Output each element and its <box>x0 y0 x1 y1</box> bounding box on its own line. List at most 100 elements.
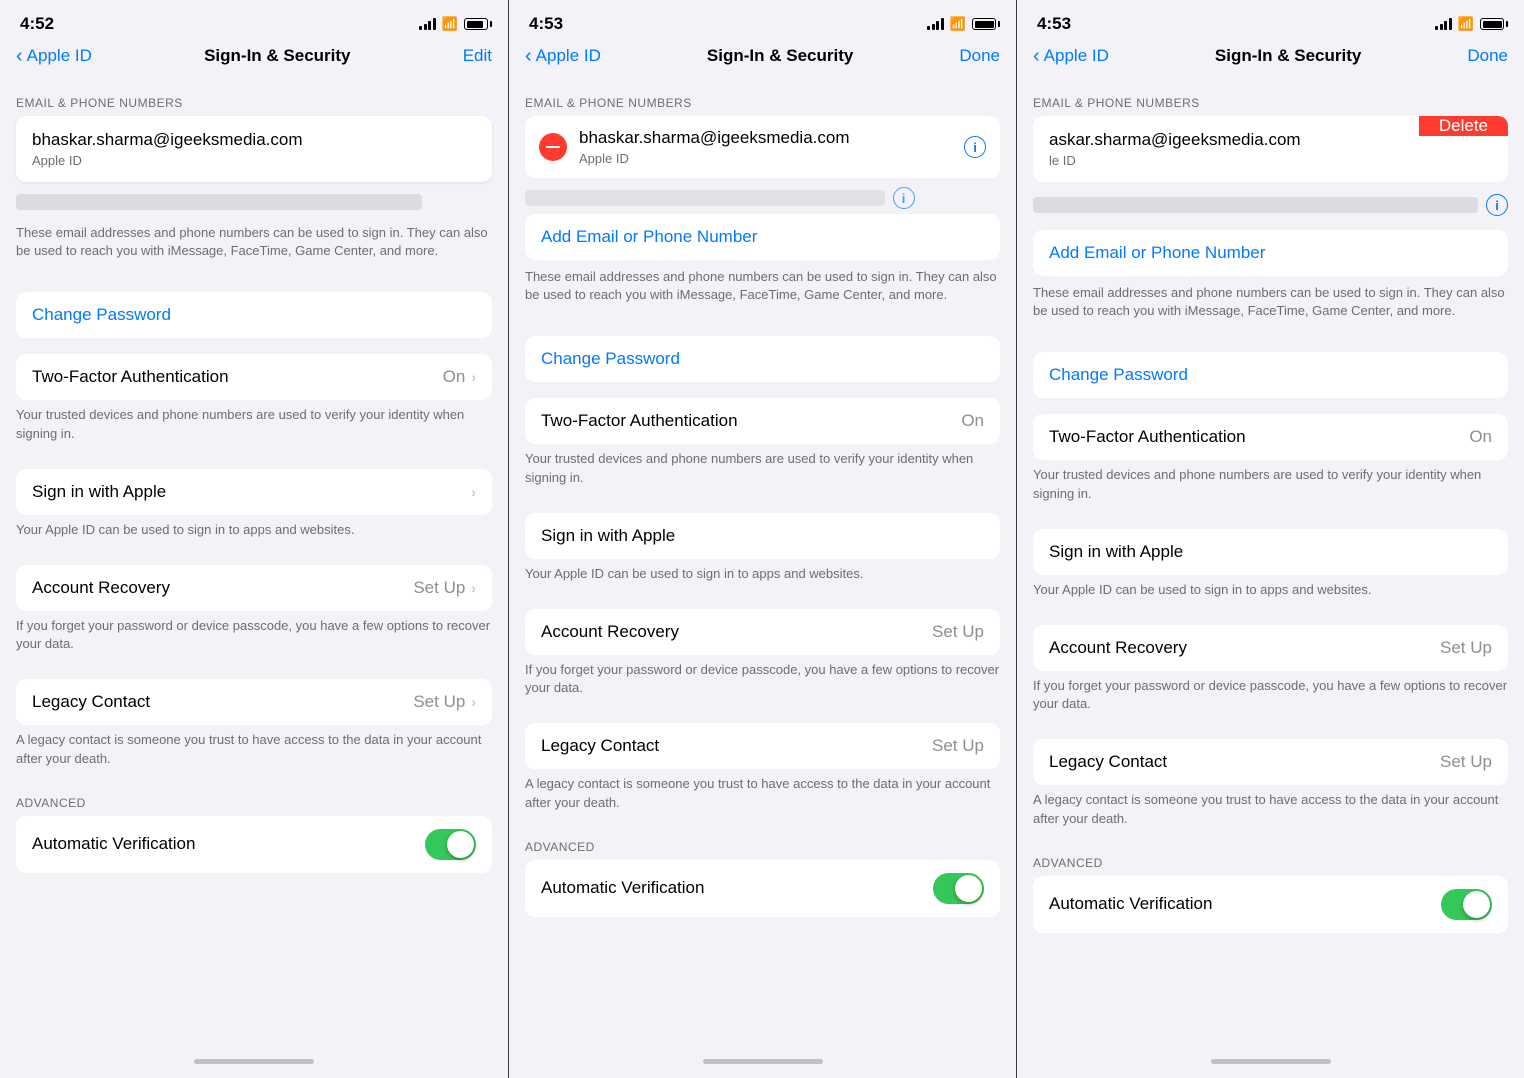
nav-done-button-2[interactable]: Done <box>959 46 1000 66</box>
spacer-3d <box>1017 609 1524 625</box>
nav-bar-3: ‹ Apple ID Sign-In & Security Done <box>1017 42 1524 78</box>
phone-panel-1: 4:52 📶 ‹ Apple ID Sign-In & Security Edi… <box>0 0 508 1078</box>
nav-done-button-3[interactable]: Done <box>1467 46 1508 66</box>
nav-back-label-3[interactable]: Apple ID <box>1044 46 1109 66</box>
change-password-row-1[interactable]: Change Password <box>16 292 492 338</box>
account-recovery-setup-text-1: Set Up <box>413 578 465 598</box>
sign-in-apple-label-3: Sign in with Apple <box>1049 542 1183 562</box>
auto-verify-item-3[interactable]: Automatic Verification <box>1033 876 1508 933</box>
legacy-contact-setup-text-2: Set Up <box>932 736 984 756</box>
delete-minus-button-2[interactable] <box>539 133 567 161</box>
spacer-1b <box>0 338 508 354</box>
nav-title-3: Sign-In & Security <box>1109 46 1467 66</box>
info-circle-2[interactable]: i <box>964 136 986 158</box>
two-factor-item-1[interactable]: Two-Factor Authentication On › <box>16 354 492 400</box>
change-password-row-3[interactable]: Change Password <box>1033 352 1508 398</box>
sign-in-apple-desc-1: Your Apple ID can be used to sign in to … <box>0 515 508 549</box>
nav-title-1: Sign-In & Security <box>92 46 463 66</box>
nav-edit-button-1[interactable]: Edit <box>463 46 492 66</box>
auto-verify-toggle-2[interactable] <box>933 873 984 904</box>
spacer-3e <box>1017 723 1524 739</box>
nav-back-label-1[interactable]: Apple ID <box>27 46 92 66</box>
email-label-1: Apple ID <box>32 153 476 168</box>
account-recovery-value-1: Set Up › <box>413 578 476 598</box>
status-icons-1: 📶 <box>419 16 488 32</box>
auto-verify-label-3: Automatic Verification <box>1049 894 1212 914</box>
sign-in-apple-label-1: Sign in with Apple <box>32 482 166 502</box>
nav-back-3[interactable]: ‹ Apple ID <box>1033 46 1109 66</box>
account-recovery-item-3[interactable]: Account Recovery Set Up <box>1033 625 1508 671</box>
change-password-row-2[interactable]: Change Password <box>525 336 1000 382</box>
sign-in-apple-item-2[interactable]: Sign in with Apple <box>525 513 1000 559</box>
two-factor-item-3[interactable]: Two-Factor Authentication On <box>1033 414 1508 460</box>
change-password-label-3[interactable]: Change Password <box>1049 365 1188 384</box>
add-email-link-2[interactable]: Add Email or Phone Number <box>525 214 1000 260</box>
status-bar-3: 4:53 📶 <box>1017 0 1524 42</box>
back-chevron-icon-2: ‹ <box>525 46 532 66</box>
advanced-header-2: ADVANCED <box>509 822 1016 860</box>
email-card-content-3: askar.sharma@igeeksmedia.com le ID <box>1033 116 1419 182</box>
delete-button-3[interactable]: Delete <box>1419 116 1508 136</box>
info-circle-blurred-2: i <box>893 187 915 209</box>
two-factor-item-2[interactable]: Two-Factor Authentication On <box>525 398 1000 444</box>
info-circle-3: i <box>1486 194 1508 216</box>
sign-in-apple-desc-2: Your Apple ID can be used to sign in to … <box>509 559 1016 593</box>
account-recovery-label-2: Account Recovery <box>541 622 679 642</box>
two-factor-label-3: Two-Factor Authentication <box>1049 427 1246 447</box>
two-factor-on-text-3: On <box>1469 427 1492 447</box>
account-recovery-group-2: Account Recovery Set Up <box>525 609 1000 655</box>
account-recovery-value-3: Set Up <box>1440 638 1492 658</box>
spacer-1c <box>0 453 508 469</box>
sign-in-apple-item-1[interactable]: Sign in with Apple › <box>16 469 492 515</box>
auto-verify-label-1: Automatic Verification <box>32 834 195 854</box>
account-recovery-setup-text-3: Set Up <box>1440 638 1492 658</box>
two-factor-group-2: Two-Factor Authentication On <box>525 398 1000 444</box>
spacer-1e <box>0 663 508 679</box>
legacy-contact-label-3: Legacy Contact <box>1049 752 1167 772</box>
home-indicator-3 <box>1017 1044 1524 1078</box>
auto-verify-toggle-3[interactable] <box>1441 889 1492 920</box>
email-address-1: bhaskar.sharma@igeeksmedia.com <box>32 130 476 150</box>
auto-verify-group-1: Automatic Verification <box>16 816 492 873</box>
sign-in-apple-value-1: › <box>471 484 476 500</box>
legacy-contact-label-1: Legacy Contact <box>32 692 150 712</box>
phone-panel-2: 4:53 📶 ‹ Apple ID Sign-In & Security Don… <box>508 0 1016 1078</box>
account-recovery-group-3: Account Recovery Set Up <box>1033 625 1508 671</box>
two-factor-value-2: On <box>961 411 984 431</box>
email-address-2: bhaskar.sharma@igeeksmedia.com <box>579 128 952 148</box>
home-bar-2 <box>703 1059 823 1064</box>
legacy-contact-value-2: Set Up <box>932 736 984 756</box>
email-label-2: Apple ID <box>579 151 952 166</box>
sign-in-apple-item-3[interactable]: Sign in with Apple <box>1033 529 1508 575</box>
add-email-link-3[interactable]: Add Email or Phone Number <box>1033 230 1508 276</box>
signal-bars-2 <box>927 18 944 30</box>
spacer-2a <box>509 304 1016 320</box>
account-recovery-desc-2: If you forget your password or device pa… <box>509 655 1016 707</box>
status-time-3: 4:53 <box>1037 14 1071 34</box>
change-password-label-1[interactable]: Change Password <box>32 305 171 324</box>
change-password-label-2[interactable]: Change Password <box>541 349 680 368</box>
auto-verify-item-1[interactable]: Automatic Verification <box>16 816 492 873</box>
battery-fill-3 <box>1483 21 1502 28</box>
two-factor-value-1: On › <box>443 367 476 387</box>
legacy-contact-setup-text-3: Set Up <box>1440 752 1492 772</box>
battery-icon-2 <box>972 18 996 30</box>
nav-back-2[interactable]: ‹ Apple ID <box>525 46 601 66</box>
toggle-knob-3 <box>1463 891 1490 918</box>
account-recovery-item-1[interactable]: Account Recovery Set Up › <box>16 565 492 611</box>
email-address-3: askar.sharma@igeeksmedia.com <box>1049 130 1403 150</box>
two-factor-desc-3: Your trusted devices and phone numbers a… <box>1017 460 1524 512</box>
account-recovery-item-2[interactable]: Account Recovery Set Up <box>525 609 1000 655</box>
legacy-contact-item-1[interactable]: Legacy Contact Set Up › <box>16 679 492 725</box>
legacy-contact-desc-2: A legacy contact is someone you trust to… <box>509 769 1016 821</box>
auto-verify-item-2[interactable]: Automatic Verification <box>525 860 1000 917</box>
wifi-icon-3: 📶 <box>1458 16 1474 32</box>
email-info-desc-2: These email addresses and phone numbers … <box>509 260 1016 304</box>
nav-back-label-2[interactable]: Apple ID <box>536 46 601 66</box>
signal-bars-3 <box>1435 18 1452 30</box>
nav-back-1[interactable]: ‹ Apple ID <box>16 46 92 66</box>
auto-verify-toggle-1[interactable] <box>425 829 476 860</box>
legacy-contact-item-2[interactable]: Legacy Contact Set Up <box>525 723 1000 769</box>
nav-bar-2: ‹ Apple ID Sign-In & Security Done <box>509 42 1016 78</box>
legacy-contact-item-3[interactable]: Legacy Contact Set Up <box>1033 739 1508 785</box>
